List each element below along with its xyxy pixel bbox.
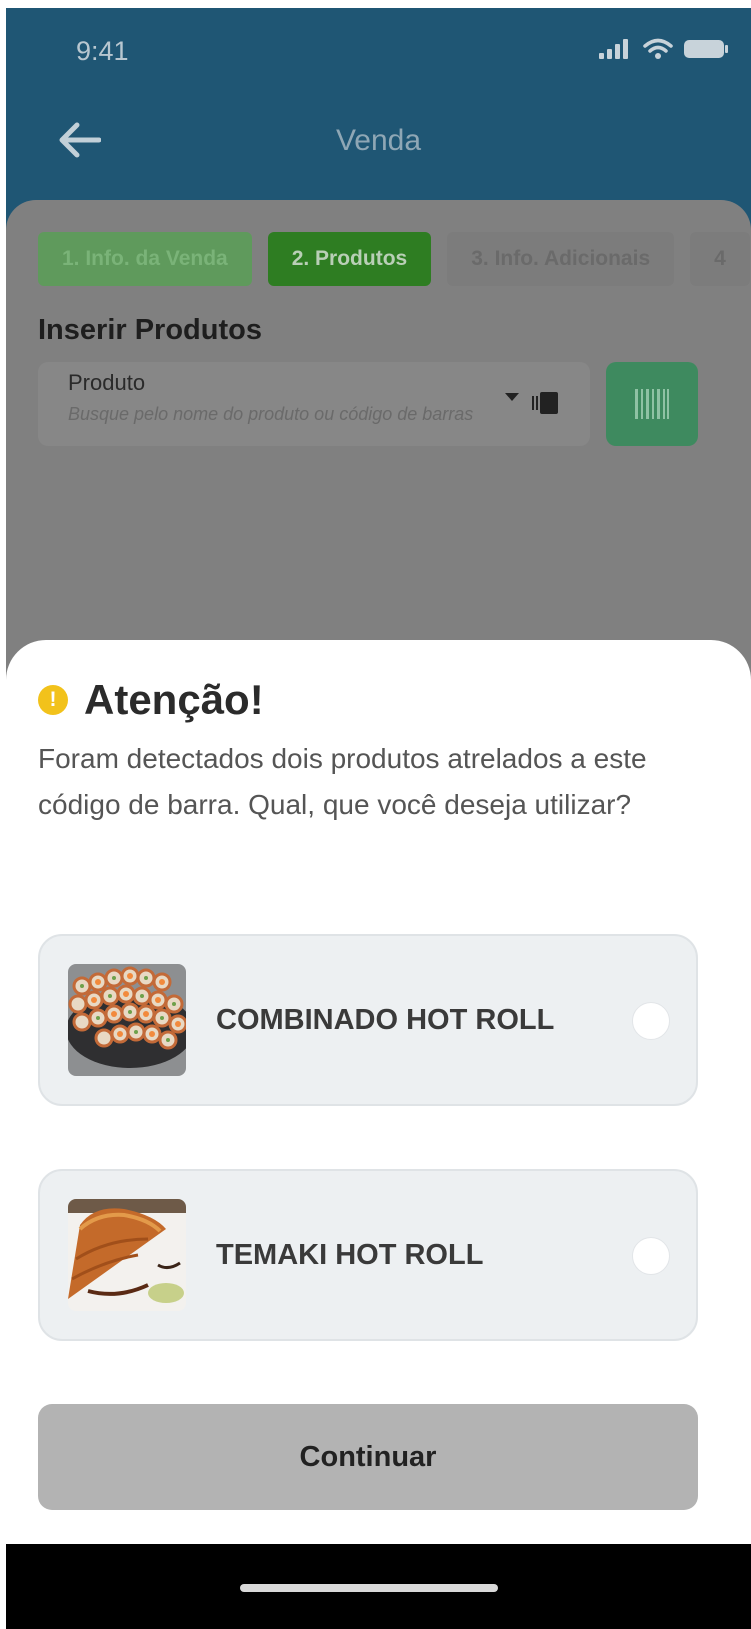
status-icons (599, 38, 729, 60)
step-4[interactable]: 4 (690, 232, 750, 286)
sheet-title: Atenção! (84, 676, 264, 723)
barcode-scan-button[interactable] (606, 362, 698, 446)
product-field-placeholder: Busque pelo nome do produto ou código de… (68, 404, 474, 424)
continue-button[interactable]: Continuar (38, 1404, 698, 1510)
home-indicator[interactable] (240, 1584, 498, 1592)
stepper: 1. Info. da Venda 2. Produtos 3. Info. A… (38, 232, 750, 286)
sheet-message: Foram detectados dois produtos atrelados… (38, 743, 647, 820)
product-field-label: Produto (68, 370, 146, 395)
radio-temaki[interactable] (632, 1237, 670, 1275)
status-time: 9:41 (76, 36, 129, 66)
attention-bottom-sheet: ! Atenção! Foram detectados dois produto… (6, 640, 751, 1544)
page-title: Venda (335, 124, 422, 157)
radio-combinado[interactable] (632, 1002, 670, 1040)
scanner-icon[interactable] (532, 392, 560, 414)
temaki-thumbnail (68, 1199, 186, 1311)
wifi-icon (643, 38, 673, 59)
step-produtos[interactable]: 2. Produtos (267, 232, 432, 286)
step-info-adicionais[interactable]: 3. Info. Adicionais (447, 232, 675, 286)
signal-icon (599, 39, 628, 59)
battery-icon (684, 40, 728, 58)
product-search-field[interactable]: Produto Busque pelo nome do produto ou c… (38, 362, 590, 446)
product-option-temaki[interactable]: TEMAKI HOT ROLL (38, 1169, 698, 1341)
section-title: Inserir Produtos (38, 314, 262, 346)
option-label-combinado: COMBINADO HOT ROLL (216, 1004, 555, 1036)
sheet-header: ! Atenção! (38, 676, 264, 724)
phone-screen: 9:41 Venda 1. Info. da Venda 2. Produtos… (6, 8, 751, 1629)
combinado-thumbnail (68, 964, 186, 1076)
caret-down-icon[interactable] (504, 392, 520, 402)
warning-icon: ! (38, 685, 68, 715)
product-option-combinado[interactable]: COMBINADO HOT ROLL (38, 934, 698, 1106)
barcode-icon (635, 389, 669, 419)
step-info-venda[interactable]: 1. Info. da Venda (38, 232, 252, 286)
option-label-temaki: TEMAKI HOT ROLL (216, 1239, 484, 1271)
system-nav-bar (6, 1544, 751, 1629)
